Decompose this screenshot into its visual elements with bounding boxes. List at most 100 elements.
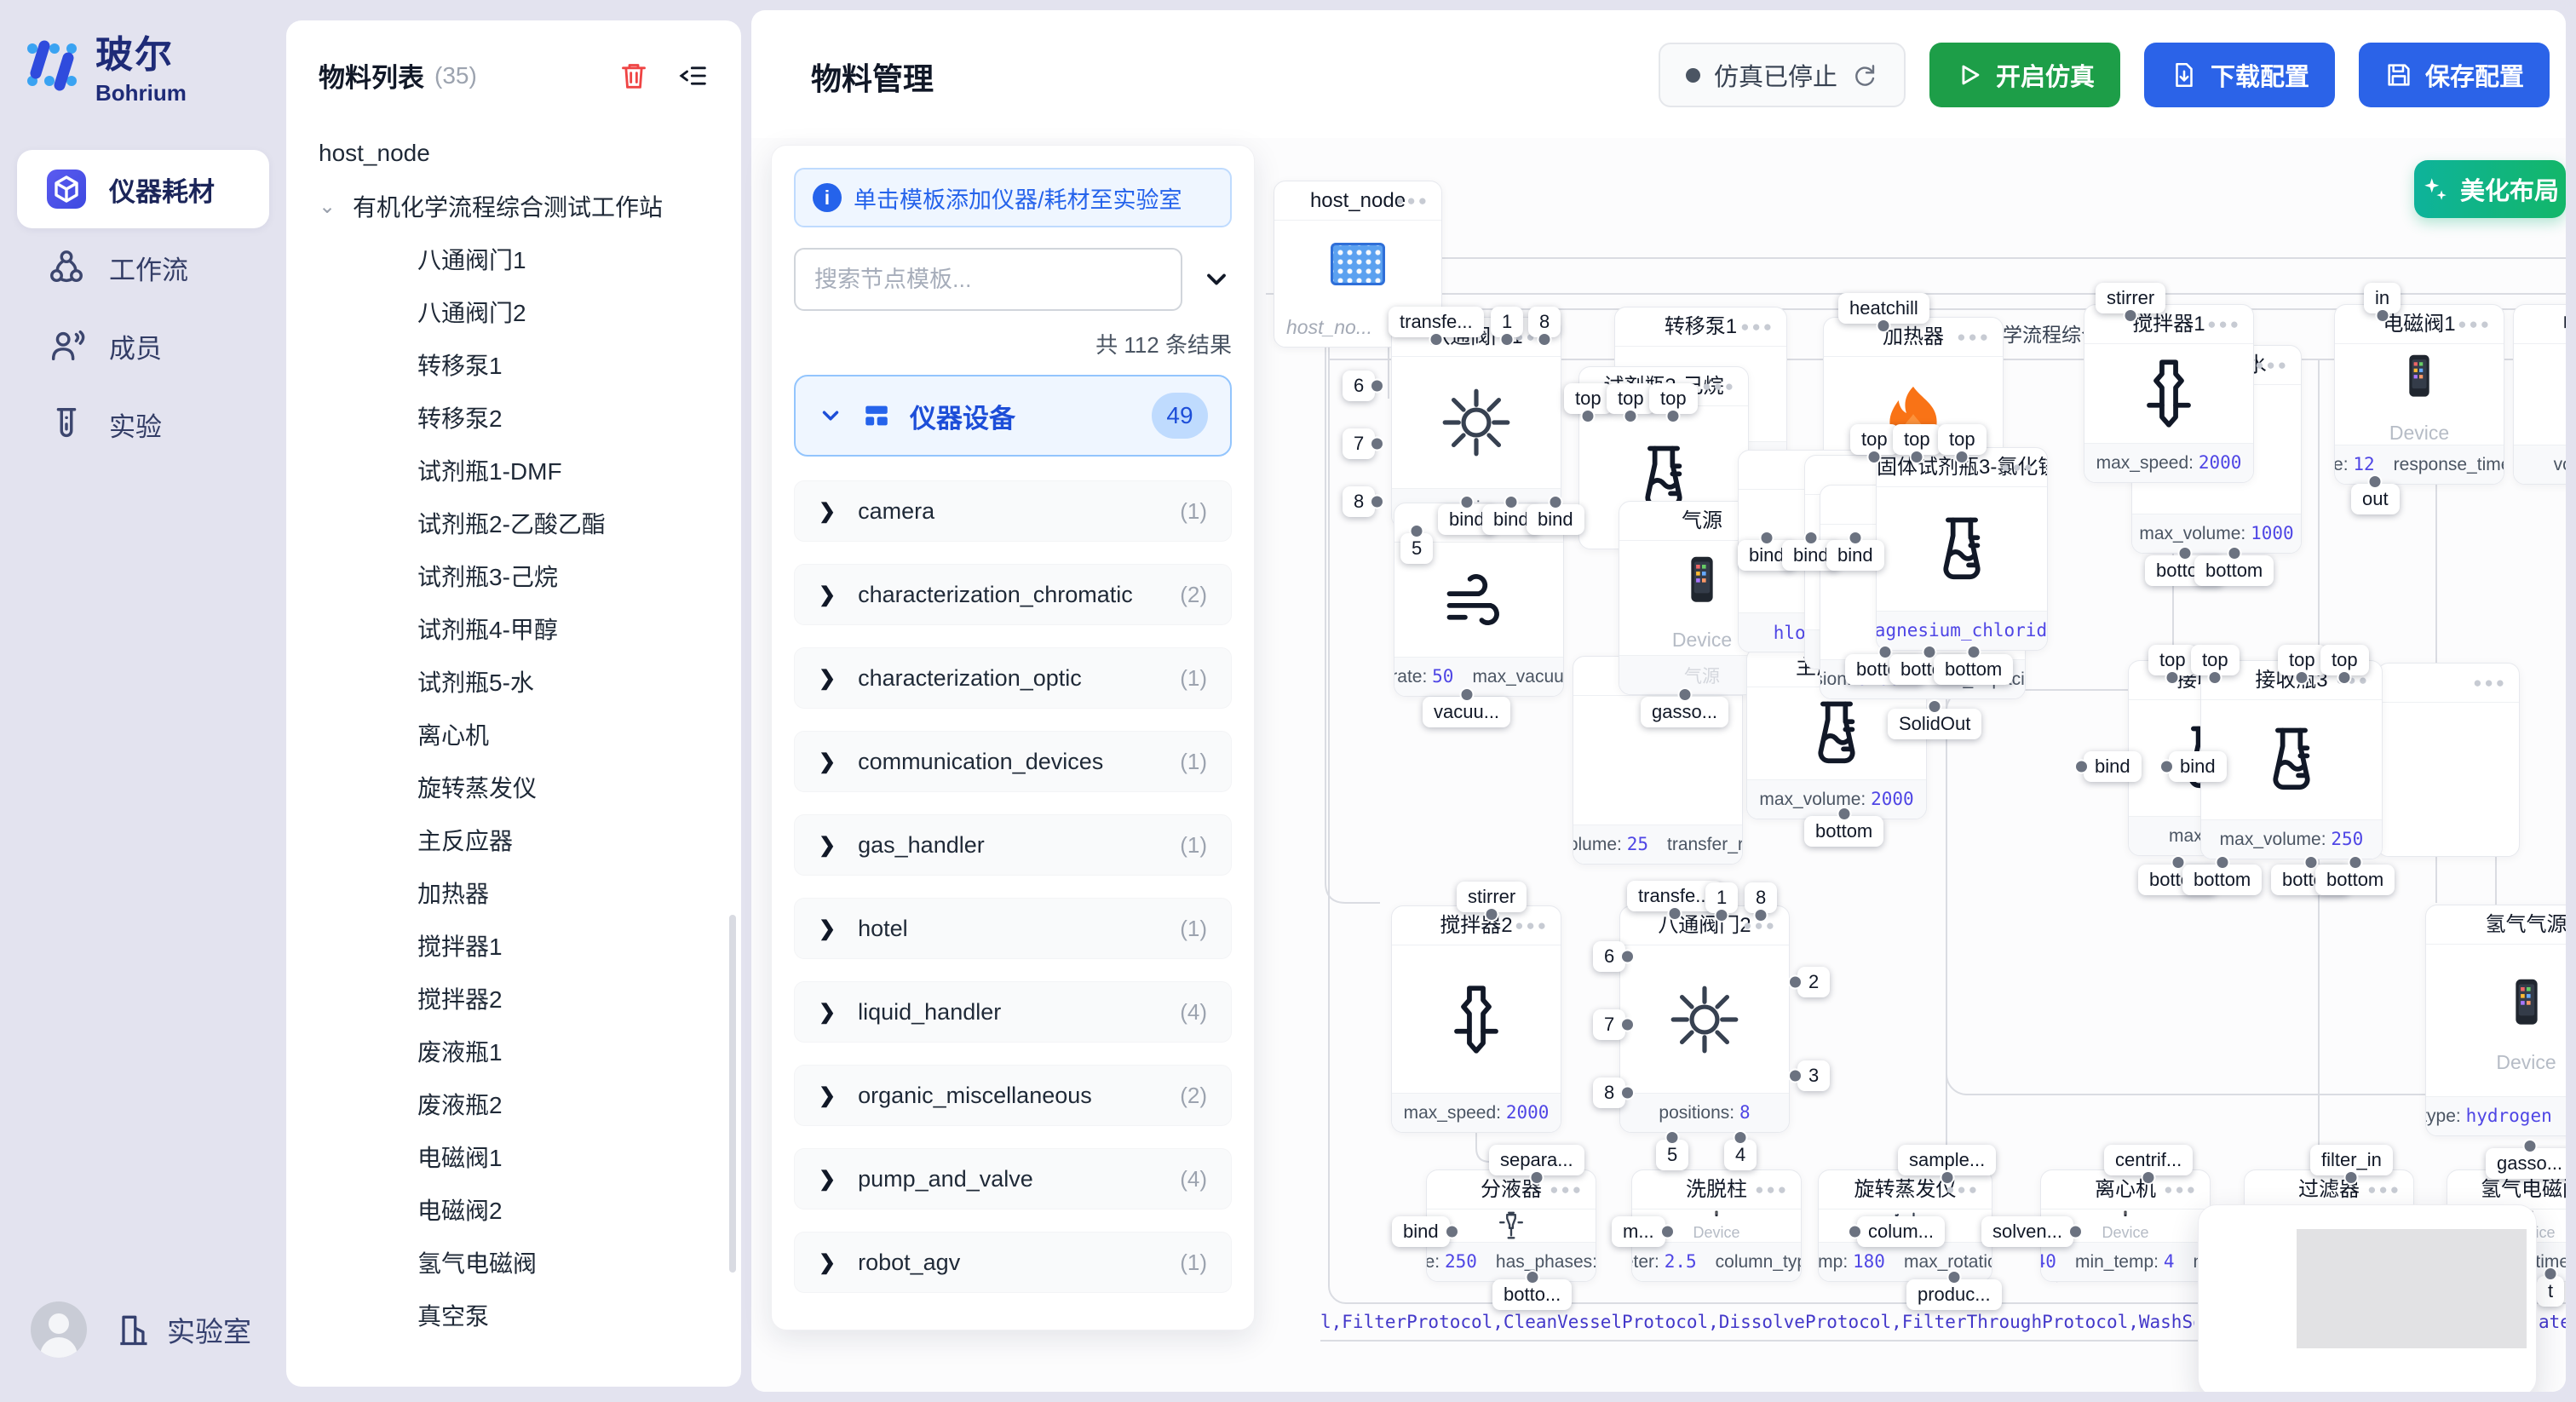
tree-item-5[interactable]: 试剂瓶2-乙酸乙酯 bbox=[319, 497, 733, 549]
tree-item-9[interactable]: 离心机 bbox=[319, 708, 733, 761]
tree-item-7[interactable]: 试剂瓶4-甲醇 bbox=[319, 602, 733, 655]
port-8[interactable]: 8 bbox=[1593, 1077, 1625, 1108]
category-communication_devices[interactable]: ❯communication_devices(1) bbox=[794, 731, 1232, 792]
port-heatchill[interactable]: heatchill bbox=[1838, 293, 1929, 324]
port-2[interactable]: 2 bbox=[1797, 967, 1830, 997]
beautify-layout-button[interactable]: 美化布局 bbox=[2414, 160, 2566, 218]
port-stirrer[interactable]: stirrer bbox=[2096, 283, 2165, 313]
port-top[interactable]: top bbox=[1607, 383, 1655, 414]
port-6[interactable]: 6 bbox=[1593, 941, 1625, 972]
category-characterization_chromatic[interactable]: ❯characterization_chromatic(2) bbox=[794, 564, 1232, 625]
tree-item-3[interactable]: 转移泵2 bbox=[319, 391, 733, 444]
tree-group[interactable]: ⌄有机化学流程综合测试工作站 bbox=[319, 180, 733, 233]
port-t[interactable]: t bbox=[2537, 1276, 2564, 1307]
node-menu-icon[interactable]: ●●● bbox=[1740, 307, 1774, 347]
port-7[interactable]: 7 bbox=[1343, 428, 1375, 459]
tree-item-12[interactable]: 加热器 bbox=[319, 866, 733, 919]
port-top[interactable]: top bbox=[2191, 645, 2240, 675]
port-5[interactable]: 5 bbox=[1400, 533, 1433, 564]
tree-item-8[interactable]: 试剂瓶5-水 bbox=[319, 655, 733, 708]
category-camera[interactable]: ❯camera(1) bbox=[794, 480, 1232, 542]
tree-item-10[interactable]: 旋转蒸发仪 bbox=[319, 761, 733, 813]
canvas-node-receiver-b[interactable]: ●●● bbox=[2377, 663, 2520, 857]
port-bind[interactable]: bind bbox=[1826, 540, 1884, 571]
port-bind[interactable]: bind bbox=[2084, 751, 2142, 782]
port-filter_in[interactable]: filter_in bbox=[2310, 1145, 2393, 1175]
port-out[interactable]: out bbox=[2351, 484, 2400, 514]
node-menu-icon[interactable]: ●●● bbox=[1755, 1170, 1789, 1210]
port-bottom[interactable]: bottom bbox=[1804, 816, 1883, 847]
node-menu-icon[interactable]: ●●● bbox=[1395, 181, 1429, 221]
download-config-button[interactable]: 下载配置 bbox=[2144, 43, 2335, 107]
tree-item-18[interactable]: 电磁阀2 bbox=[319, 1183, 733, 1236]
port-3[interactable]: 3 bbox=[1797, 1060, 1830, 1091]
start-simulation-button[interactable]: 开启仿真 bbox=[1929, 43, 2120, 107]
port-transfe[interactable]: transfe... bbox=[1389, 307, 1484, 337]
port-top[interactable]: top bbox=[2148, 645, 2197, 675]
category-robot_agv[interactable]: ❯robot_agv(1) bbox=[794, 1232, 1232, 1293]
canvas-node-valve8-2[interactable]: 八通阀门2●●●positions: 8 bbox=[1619, 905, 1790, 1133]
tree-item-6[interactable]: 试剂瓶3-己烷 bbox=[319, 549, 733, 602]
tree-item-19[interactable]: 氢气电磁阀 bbox=[319, 1236, 733, 1289]
node-menu-icon[interactable]: ●●● bbox=[1550, 1170, 1584, 1210]
port-produc[interactable]: produc... bbox=[1906, 1279, 2002, 1310]
tree-item-4[interactable]: 试剂瓶1-DMF bbox=[319, 444, 733, 497]
tree-item-16[interactable]: 废液瓶2 bbox=[319, 1077, 733, 1130]
port-bottom[interactable]: bottom bbox=[2194, 555, 2274, 586]
category-organic_miscellaneous[interactable]: ❯organic_miscellaneous(2) bbox=[794, 1065, 1232, 1126]
port-bind[interactable]: bind bbox=[2169, 751, 2227, 782]
canvas-node-solid-bottle-3[interactable]: 固体试剂瓶3-氯化镁●●●agent: magnesium_chlorideph… bbox=[1876, 447, 2048, 651]
tree-item-15[interactable]: 废液瓶1 bbox=[319, 1025, 733, 1077]
port-top[interactable]: top bbox=[1850, 424, 1899, 455]
canvas-node-solenoid-2[interactable]: 电磁阀2●●●Devicevoltage: 12 bbox=[2513, 304, 2566, 485]
port-top[interactable]: top bbox=[2278, 645, 2326, 675]
port-stirrer[interactable]: stirrer bbox=[1457, 882, 1527, 912]
node-menu-icon[interactable]: ●●● bbox=[2001, 448, 2035, 487]
category-gas_handler[interactable]: ❯gas_handler(1) bbox=[794, 814, 1232, 876]
port-SolidOut[interactable]: SolidOut bbox=[1888, 709, 1981, 739]
port-centrif[interactable]: centrif... bbox=[2104, 1145, 2193, 1175]
canvas-node-stirrer-2[interactable]: 搅拌器2●●●max_speed: 2000 bbox=[1391, 905, 1561, 1133]
port-5[interactable]: 5 bbox=[1656, 1140, 1688, 1170]
port-gasso[interactable]: gasso... bbox=[2486, 1148, 2566, 1179]
port-top[interactable]: top bbox=[1564, 383, 1613, 414]
port-top[interactable]: top bbox=[2320, 645, 2369, 675]
tree-item-1[interactable]: 八通阀门2 bbox=[319, 285, 733, 338]
port-6[interactable]: 6 bbox=[1343, 371, 1375, 401]
save-config-button[interactable]: 保存配置 bbox=[2359, 43, 2550, 107]
refresh-icon[interactable] bbox=[1851, 61, 1878, 89]
port-8[interactable]: 8 bbox=[1343, 486, 1375, 517]
port-gasso[interactable]: gasso... bbox=[1641, 697, 1728, 727]
tree-item-17[interactable]: 电磁阀1 bbox=[319, 1130, 733, 1183]
category-pump_and_valve[interactable]: ❯pump_and_valve(4) bbox=[794, 1148, 1232, 1210]
node-menu-icon[interactable]: ●●● bbox=[2473, 664, 2507, 703]
port-4[interactable]: 4 bbox=[1724, 1140, 1757, 1170]
port-top[interactable]: top bbox=[1938, 424, 1987, 455]
port-bottom[interactable]: bottom bbox=[2182, 865, 2262, 895]
port-bind[interactable]: bind bbox=[1527, 504, 1584, 535]
port-7[interactable]: 7 bbox=[1593, 1009, 1625, 1040]
canvas-node-solenoid-1[interactable]: 电磁阀1●●●Devicevoltage: 12response_time: 0… bbox=[2334, 304, 2504, 485]
port-colum[interactable]: colum... bbox=[1857, 1216, 1945, 1247]
port-botto[interactable]: botto... bbox=[1492, 1279, 1572, 1310]
port-separa[interactable]: separa... bbox=[1489, 1145, 1584, 1175]
canvas-node-h2-source[interactable]: 氢气气源●●●Device_type: hydrogenmax_pre bbox=[2425, 905, 2566, 1136]
node-menu-icon[interactable]: ●●● bbox=[2164, 1170, 2198, 1210]
collapse-panel-icon[interactable] bbox=[675, 57, 712, 95]
category-hotel[interactable]: ❯hotel(1) bbox=[794, 898, 1232, 959]
category-characterization_optic[interactable]: ❯characterization_optic(1) bbox=[794, 647, 1232, 709]
port-top[interactable]: top bbox=[1893, 424, 1941, 455]
node-menu-icon[interactable]: ●●● bbox=[1702, 367, 1736, 406]
tree-item-11[interactable]: 主反应器 bbox=[319, 813, 733, 866]
port-m[interactable]: m... bbox=[1612, 1216, 1665, 1247]
canvas-node-stirrer-1[interactable]: 搅拌器1●●●max_speed: 2000 bbox=[2084, 304, 2254, 483]
canvas-node-receiver-3[interactable]: 接收瓶3●●●max_volume: 250 bbox=[2200, 660, 2383, 859]
port-1[interactable]: 1 bbox=[1705, 882, 1738, 913]
chevron-down-icon[interactable] bbox=[1201, 264, 1232, 295]
tree-item-20[interactable]: 真空泵 bbox=[319, 1289, 733, 1342]
tree-item-13[interactable]: 搅拌器1 bbox=[319, 919, 733, 972]
port-vacuu[interactable]: vacuu... bbox=[1423, 697, 1510, 727]
port-bind[interactable]: bind bbox=[1392, 1216, 1450, 1247]
port-solven[interactable]: solven... bbox=[1981, 1216, 2073, 1247]
port-in[interactable]: in bbox=[2364, 283, 2401, 313]
